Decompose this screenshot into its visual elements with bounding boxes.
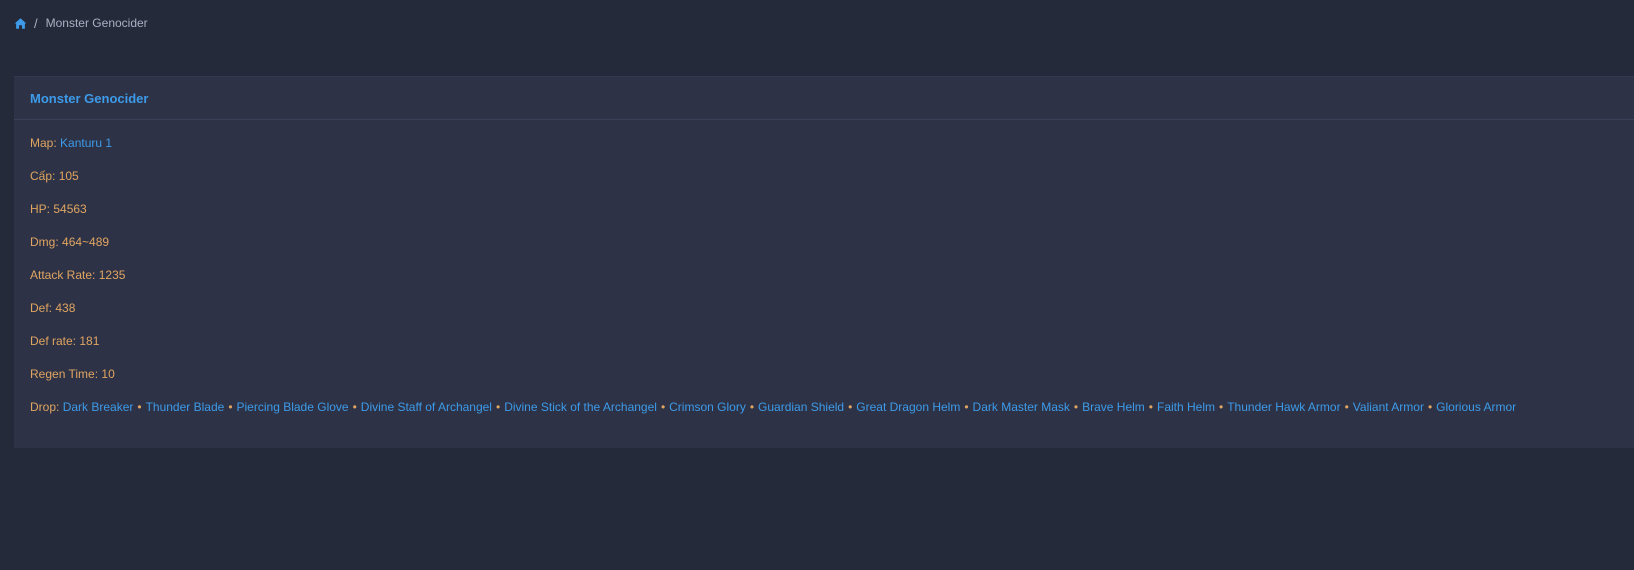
- drop-separator: •: [660, 400, 666, 414]
- hp-label: HP:: [30, 202, 51, 216]
- def-rate-label: Def rate:: [30, 334, 77, 348]
- monster-card: Monster Genocider Map: Kanturu 1 Cấp: 10…: [14, 76, 1634, 448]
- drop-separator: •: [137, 400, 142, 414]
- breadcrumb-separator: /: [34, 15, 38, 31]
- drop-list: Dark Breaker • Thunder Blade • Piercing Blad…: [63, 400, 1516, 414]
- map-row: Map: Kanturu 1: [30, 134, 1634, 167]
- regen-time-label: Regen Time:: [30, 367, 99, 381]
- card-header: Monster Genocider: [14, 77, 1634, 120]
- level-value: 105: [58, 169, 79, 183]
- attack-rate-label: Attack Rate:: [30, 268, 96, 282]
- drop-separator: •: [352, 400, 357, 414]
- drop-item-link[interactable]: Piercing Blade Glove: [237, 400, 349, 414]
- drop-item-link[interactable]: Faith Helm: [1157, 400, 1215, 414]
- drop-item-link[interactable]: Thunder Blade: [146, 400, 225, 414]
- drop-separator: •: [1073, 400, 1079, 414]
- card-body: Map: Kanturu 1 Cấp: 105 HP: 54563 Dmg: 4…: [14, 120, 1634, 431]
- drop-separator: •: [495, 400, 501, 414]
- map-link[interactable]: Kanturu 1: [60, 136, 112, 150]
- regen-time-row: Regen Time: 10: [30, 365, 1634, 398]
- home-icon[interactable]: [14, 17, 27, 30]
- hp-row: HP: 54563: [30, 200, 1634, 233]
- drop-label: Drop:: [30, 400, 60, 414]
- drop-item-link[interactable]: Divine Stick of the Archangel: [504, 400, 657, 414]
- drop-item-link[interactable]: Guardian Shield: [758, 400, 844, 414]
- drop-separator: •: [964, 400, 969, 414]
- hp-value: 54563: [53, 202, 87, 216]
- drop-separator: •: [1344, 400, 1349, 414]
- regen-time-value: 10: [101, 367, 115, 381]
- card-title: Monster Genocider: [30, 90, 149, 106]
- dmg-value: 464~489: [62, 235, 110, 249]
- level-label: Cấp:: [30, 169, 56, 183]
- attack-rate-row: Attack Rate: 1235: [30, 266, 1634, 299]
- def-rate-row: Def rate: 181: [30, 332, 1634, 365]
- map-label: Map:: [30, 136, 57, 150]
- def-label: Def:: [30, 301, 53, 315]
- breadcrumb-current: Monster Genocider: [45, 16, 148, 30]
- attack-rate-value: 1235: [98, 268, 126, 282]
- drop-separator: •: [1427, 400, 1433, 414]
- drop-separator: •: [749, 400, 755, 414]
- drop-item-link[interactable]: Dark Master Mask: [973, 400, 1070, 414]
- drop-item-link[interactable]: Valiant Armor: [1353, 400, 1424, 414]
- drop-item-link[interactable]: Brave Helm: [1082, 400, 1145, 414]
- drop-separator: •: [228, 400, 233, 414]
- drop-separator: •: [848, 400, 853, 414]
- breadcrumb: / Monster Genocider: [14, 14, 148, 32]
- drop-item-link[interactable]: Glorious Armor: [1436, 400, 1516, 414]
- drop-item-link[interactable]: Crimson Glory: [669, 400, 746, 414]
- def-rate-value: 181: [79, 334, 100, 348]
- drop-row: Drop: Dark Breaker • Thunder Blade • Piercin…: [30, 398, 1634, 431]
- drop-item-link[interactable]: Great Dragon Helm: [856, 400, 960, 414]
- def-value: 438: [55, 301, 76, 315]
- level-row: Cấp: 105: [30, 167, 1634, 200]
- page: / Monster Genocider Monster Genocider Ma…: [0, 0, 1634, 570]
- dmg-label: Dmg:: [30, 235, 59, 249]
- dmg-row: Dmg: 464~489: [30, 233, 1634, 266]
- drop-separator: •: [1219, 400, 1224, 414]
- drop-separator: •: [1148, 400, 1153, 414]
- drop-item-link[interactable]: Dark Breaker: [63, 400, 134, 414]
- def-row: Def: 438: [30, 299, 1634, 332]
- drop-item-link[interactable]: Divine Staff of Archangel: [361, 400, 492, 414]
- drop-item-link[interactable]: Thunder Hawk Armor: [1227, 400, 1340, 414]
